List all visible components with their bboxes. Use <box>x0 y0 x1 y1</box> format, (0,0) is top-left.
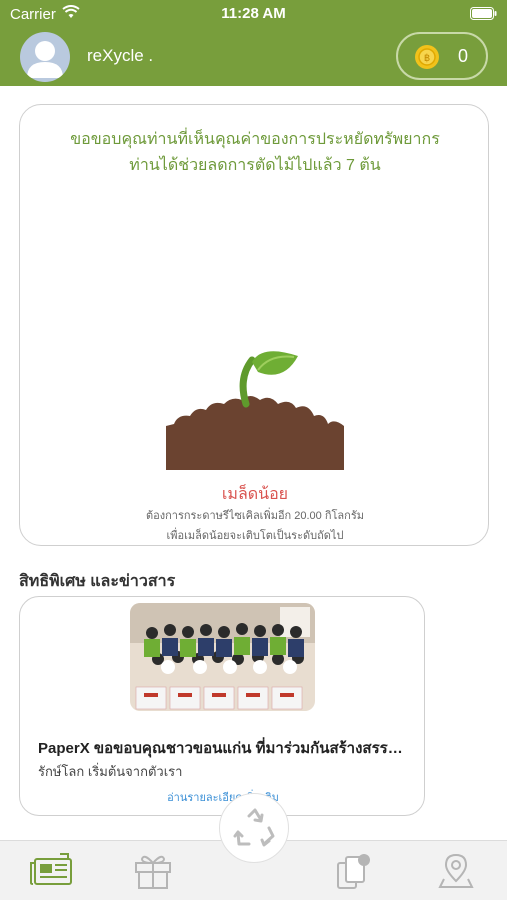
level-requirement-text: ต้องการกระดาษรีไซเคิลเพิ่มอีก 20.00 กิโล… <box>146 510 364 522</box>
news-section-title: สิทธิพิเศษ และข่าวสาร <box>19 573 176 590</box>
progress-card: ขอขอบคุณท่านที่เห็นคุณค่าของการประหยัดทร… <box>19 104 489 546</box>
news-subtitle: รักษ์โลก เริ่มต้นจากตัวเรา <box>38 764 183 779</box>
status-bar: Carrier 11:28 AM <box>0 0 507 28</box>
recycle-button[interactable] <box>219 793 289 863</box>
news-title[interactable]: PaperX ขอขอบคุณชาวขอนแก่น ที่มาร่วมกันสร… <box>38 736 408 760</box>
seedling-illustration <box>166 338 346 475</box>
tab-cards-icon[interactable] <box>334 853 374 894</box>
app-header: reXycle . ฿ 0 <box>0 28 507 86</box>
news-photo <box>130 603 315 711</box>
tab-news-icon[interactable] <box>30 853 74 892</box>
thanks-message-line-1: ขอขอบคุณท่านที่เห็นคุณค่าของการประหยัดทร… <box>70 131 440 148</box>
coin-count: 0 <box>457 46 468 66</box>
tab-gift-icon[interactable] <box>134 853 172 894</box>
level-next-text: เพื่อเมล็ดน้อยจะเติบโตเป็นระดับถัดไป <box>166 530 344 542</box>
avatar[interactable] <box>20 32 70 82</box>
news-card[interactable]: PaperX ขอขอบคุณชาวขอนแก่น ที่มาร่วมกันสร… <box>19 596 425 816</box>
battery-icon <box>470 7 497 24</box>
read-more-link[interactable]: อ่านรายละเอียดเพิ่มเติม <box>20 788 424 806</box>
username: reXycle . <box>87 46 154 65</box>
thanks-message-line-2: ท่านได้ช่วยลดการตัดไม้ไปแล้ว 7 ต้น <box>129 157 381 174</box>
status-time: 11:28 AM <box>221 5 286 22</box>
coin-icon: ฿ <box>414 44 440 75</box>
tab-map-pin-icon[interactable] <box>438 853 474 894</box>
level-name: เมล็ดน้อย <box>221 486 289 503</box>
recycle-icon <box>233 808 275 847</box>
svg-text:฿: ฿ <box>424 53 430 64</box>
main-content: ขอขอบคุณท่านที่เห็นคุณค่าของการประหยัดทร… <box>0 86 507 840</box>
coin-balance[interactable]: ฿ 0 <box>396 32 488 80</box>
